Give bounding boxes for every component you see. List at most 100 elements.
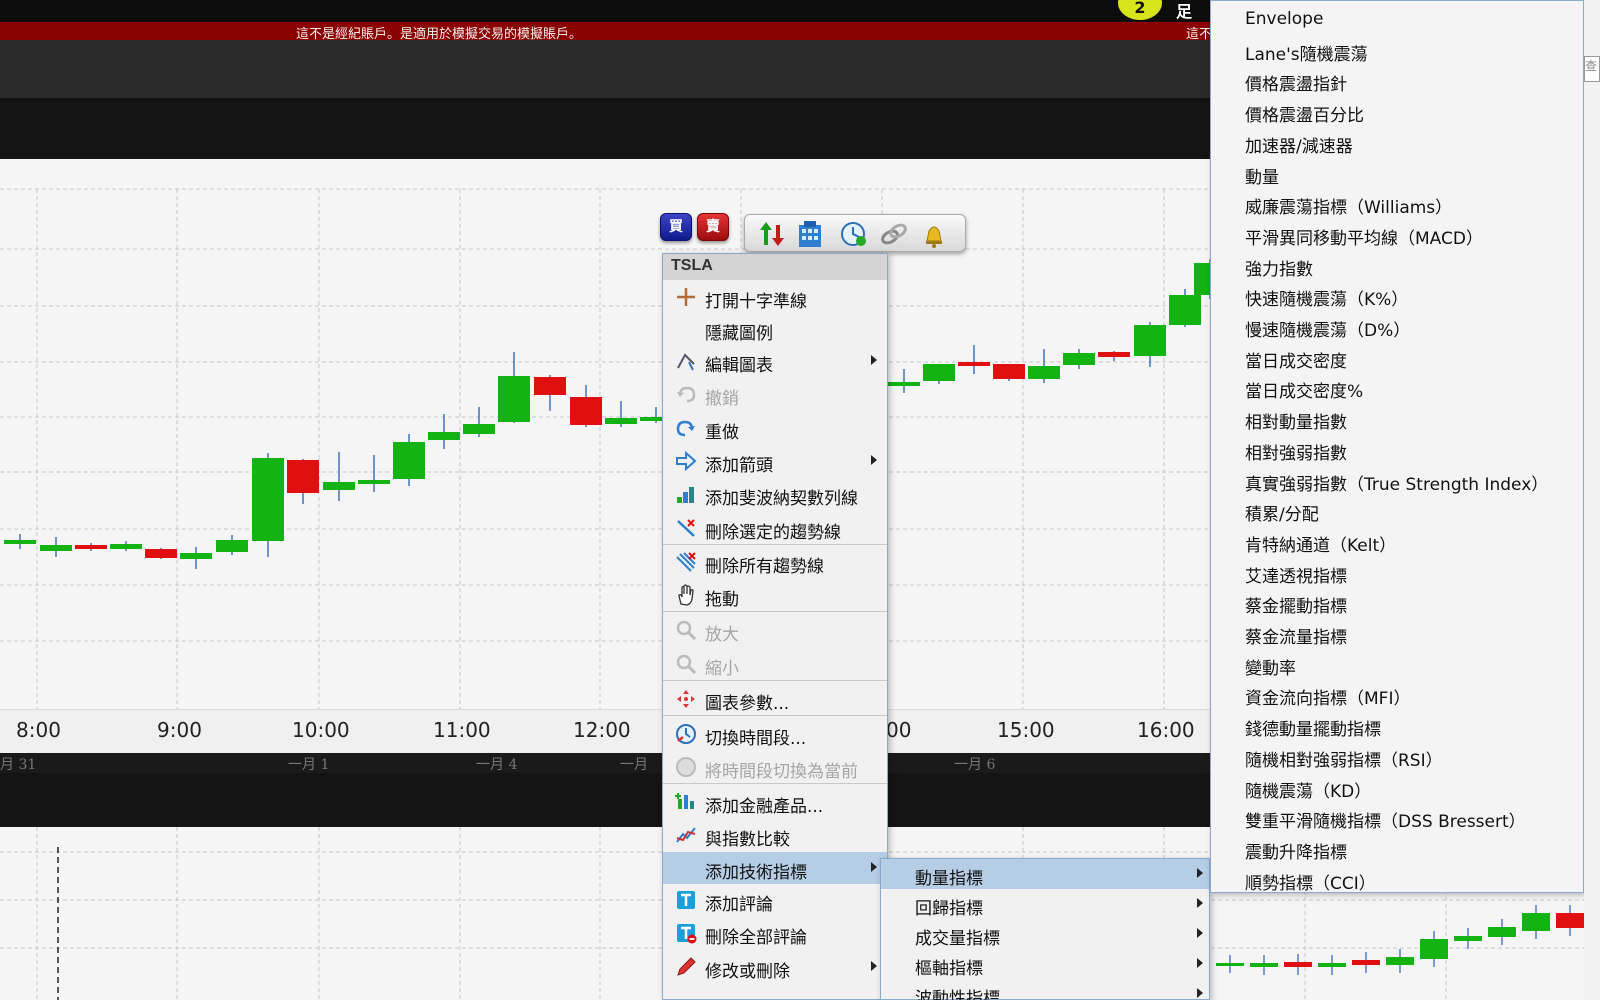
search-input[interactable]: 查	[1584, 56, 1600, 82]
indicator-item[interactable]: 雙重平滑隨機指標（DSS Bressert）	[1211, 802, 1583, 832]
candle-body	[1488, 927, 1516, 937]
candle-body	[1134, 325, 1166, 356]
menu-item-chart-parameters[interactable]: 圖表參數...	[663, 683, 887, 715]
technical-indicator-submenu: 動量指標 回歸指標 成交量指標 樞軸指標 波動性指標	[880, 858, 1210, 1000]
indicator-item[interactable]: 隨機相對強弱指標（RSI）	[1211, 741, 1583, 771]
indicator-item-label: 隨機相對強弱指標（RSI）	[1245, 750, 1443, 771]
indicator-item[interactable]: 當日成交密度	[1211, 342, 1583, 372]
indicator-item[interactable]: Lane's隨機震蕩	[1211, 35, 1583, 65]
indicator-item[interactable]: 當日成交密度%	[1211, 372, 1583, 402]
menu-item-delete-all-trendlines[interactable]: 刪除所有趨勢線	[663, 546, 887, 578]
indicator-item[interactable]: 蔡金流量指標	[1211, 618, 1583, 648]
submenu-item-volume[interactable]: 成交量指標	[881, 919, 1209, 949]
time-label: 8:00	[16, 718, 61, 742]
indicator-item[interactable]: 強力指數	[1211, 250, 1583, 280]
link-chain-icon[interactable]	[879, 219, 909, 249]
candle-body	[923, 364, 955, 381]
menu-item-compare-index[interactable]: 與指數比較	[663, 819, 887, 851]
indicator-item[interactable]: Envelope	[1211, 4, 1583, 34]
menu-item-add-technical-indicator[interactable]: 添加技術指標	[663, 852, 887, 884]
indicator-item-label: 震動升降指標	[1245, 842, 1347, 863]
indicator-item[interactable]: 真實強弱指數（True Strength Index）	[1211, 465, 1583, 495]
indicator-item-label: 順勢指標（CCI）	[1245, 873, 1376, 894]
indicator-item[interactable]: 相對動量指數	[1211, 403, 1583, 433]
indicator-item[interactable]: 動量	[1211, 158, 1583, 188]
current-period-icon	[676, 757, 696, 777]
sell-button[interactable]: 賣	[697, 213, 729, 241]
delete-trendline-icon	[677, 519, 695, 537]
alert-bell-icon[interactable]	[919, 219, 949, 249]
menu-item-switch-period[interactable]: 切換時間段...	[663, 718, 887, 750]
indicator-item[interactable]: 積累/分配	[1211, 495, 1583, 525]
indicator-item[interactable]: 慢速隨機震蕩（D%）	[1211, 311, 1583, 341]
menu-item-add-arrow[interactable]: 添加箭頭	[663, 445, 887, 477]
menu-item-delete-selected-trendline[interactable]: 刪除選定的趨勢線	[663, 512, 887, 544]
hand-icon	[678, 584, 694, 606]
menu-item-hide-legend[interactable]: 隱藏圖例	[663, 313, 887, 345]
indicator-item[interactable]: 快速隨機震蕩（K%）	[1211, 280, 1583, 310]
indicator-item[interactable]: 錢德動量擺動指標	[1211, 710, 1583, 740]
menu-item-crosshair[interactable]: 打開十字準線	[663, 281, 887, 313]
indicator-item[interactable]: 相對強弱指數	[1211, 434, 1583, 464]
candle-body	[180, 553, 212, 559]
indicator-item[interactable]: 價格震盪百分比	[1211, 96, 1583, 126]
menu-item-label: 打開十字準線	[705, 292, 807, 312]
menu-item-undo[interactable]: 撤銷	[663, 378, 887, 410]
menu-item-edit-chart[interactable]: 編輯圖表	[663, 345, 887, 377]
candle-body	[287, 460, 319, 493]
candle-body	[1284, 962, 1312, 967]
menu-item-delete-all-comments[interactable]: 刪除全部評論	[663, 917, 887, 949]
menu-separator	[663, 611, 887, 612]
menu-item-drag[interactable]: 拖動	[663, 579, 887, 611]
submenu-item-label: 回歸指標	[915, 899, 983, 919]
indicator-item[interactable]: 平滑異同移動平均線（MACD）	[1211, 219, 1583, 249]
menu-item-add-financial-product[interactable]: 添加金融產品...	[663, 786, 887, 818]
menu-separator	[663, 783, 887, 784]
indicator-item[interactable]: 隨機震蕩（KD）	[1211, 772, 1583, 802]
candle-body	[1352, 960, 1380, 965]
menu-item-add-comment[interactable]: 添加評論	[663, 884, 887, 916]
indicator-item[interactable]: 肯特納通道（Kelt）	[1211, 526, 1583, 556]
submenu-item-regression[interactable]: 回歸指標	[881, 889, 1209, 919]
menu-item-modify-or-delete[interactable]: 修改或刪除	[663, 951, 887, 983]
menu-item-zoom-in[interactable]: 放大	[663, 614, 887, 646]
menu-item-label: 添加箭頭	[705, 456, 773, 476]
compare-index-icon	[676, 827, 696, 843]
menu-item-redo[interactable]: 重做	[663, 412, 887, 444]
indicator-item[interactable]: 資金流向指標（MFI）	[1211, 679, 1583, 709]
menu-title: TSLA	[663, 254, 887, 280]
order-arrows-icon[interactable]	[757, 219, 787, 249]
submenu-arrow-icon	[871, 862, 877, 872]
submenu-item-momentum[interactable]: 動量指標	[881, 859, 1209, 889]
indicator-item[interactable]: 震動升降指標	[1211, 833, 1583, 863]
candle-body	[1250, 963, 1278, 967]
submenu-arrow-icon	[1197, 958, 1203, 968]
indicator-item[interactable]: 順勢指標（CCI）	[1211, 864, 1583, 894]
indicator-item-label: Lane's隨機震蕩	[1245, 44, 1368, 65]
indicator-item[interactable]: 蔡金擺動指標	[1211, 587, 1583, 617]
menu-item-fibonacci[interactable]: 添加斐波納契數列線	[663, 478, 887, 510]
menu-item-zoom-out[interactable]: 縮小	[663, 648, 887, 680]
menu-separator	[663, 544, 887, 545]
company-building-icon[interactable]	[795, 219, 825, 249]
indicator-item[interactable]: 威廉震蕩指標（Williams）	[1211, 188, 1583, 218]
indicator-item[interactable]: 價格震盪指針	[1211, 65, 1583, 95]
submenu-item-volatility[interactable]: 波動性指標	[881, 979, 1209, 1000]
indicator-item-label: Envelope	[1245, 9, 1324, 29]
menu-item-switch-to-current[interactable]: 將時間段切換為當前	[663, 751, 887, 783]
pencil-icon	[677, 957, 696, 976]
submenu-item-pivot[interactable]: 樞軸指標	[881, 949, 1209, 979]
candle-body	[40, 545, 72, 551]
menu-item-label: 縮小	[705, 659, 739, 679]
buy-button[interactable]: 買	[660, 213, 692, 241]
notification-badge[interactable]: 2	[1118, 0, 1162, 20]
date-label: 一月	[620, 757, 648, 773]
clock-globe-icon[interactable]	[839, 219, 869, 249]
indicator-item-label: 當日成交密度	[1245, 351, 1347, 372]
indicator-item[interactable]: 變動率	[1211, 649, 1583, 679]
indicator-item[interactable]: 艾達透視指標	[1211, 557, 1583, 587]
redo-icon	[676, 420, 695, 437]
date-label: 一月 6	[954, 757, 996, 773]
candle-body	[534, 377, 566, 395]
indicator-item[interactable]: 加速器/減速器	[1211, 127, 1583, 157]
